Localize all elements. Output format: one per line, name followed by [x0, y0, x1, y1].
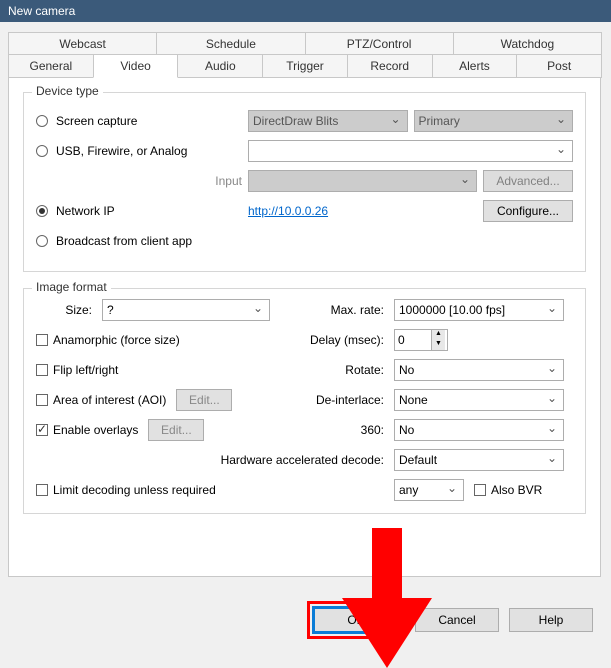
radio-network-ip[interactable] [36, 205, 48, 217]
overlays-checkbox[interactable] [36, 424, 48, 436]
size-label: Size: [36, 303, 96, 317]
tab-post[interactable]: Post [516, 54, 602, 78]
radio-usb[interactable] [36, 145, 48, 157]
tab-body: Device type Screen capture DirectDraw Bl… [8, 77, 601, 577]
client-area: Webcast Schedule PTZ/Control Watchdog Ge… [0, 22, 611, 649]
overlays-label: Enable overlays [53, 423, 138, 437]
advanced-button[interactable]: Advanced... [483, 170, 573, 192]
tab-schedule[interactable]: Schedule [156, 32, 305, 56]
delay-down-button[interactable]: ▼ [432, 340, 445, 350]
delay-up-button[interactable]: ▲ [432, 330, 445, 340]
rotate-dropdown[interactable]: No [394, 359, 564, 381]
image-format-group: Image format Size: ? Max. rate: 1000000 … [23, 288, 586, 514]
ip-link[interactable]: http://10.0.0.26 [248, 204, 328, 218]
any-dropdown[interactable]: any [394, 479, 464, 501]
usb-device-dropdown[interactable] [248, 140, 573, 162]
rotate-label: Rotate: [276, 363, 388, 377]
tab-webcast[interactable]: Webcast [8, 32, 157, 56]
tab-general[interactable]: General [8, 54, 94, 78]
tab-strip: Webcast Schedule PTZ/Control Watchdog Ge… [8, 32, 601, 78]
configure-button[interactable]: Configure... [483, 200, 573, 222]
radio-broadcast[interactable] [36, 235, 48, 247]
anamorphic-label: Anamorphic (force size) [53, 333, 180, 347]
also-bvr-checkbox[interactable] [474, 484, 486, 496]
max-rate-dropdown[interactable]: 1000000 [10.00 fps] [394, 299, 564, 321]
hw-decode-dropdown[interactable]: Default [394, 449, 564, 471]
hw-decode-label: Hardware accelerated decode: [36, 453, 388, 467]
tab-watchdog[interactable]: Watchdog [453, 32, 602, 56]
device-type-title: Device type [32, 84, 103, 98]
tab-trigger[interactable]: Trigger [262, 54, 348, 78]
help-button[interactable]: Help [509, 608, 593, 632]
aoi-checkbox[interactable] [36, 394, 48, 406]
screen-capture-mode-dropdown[interactable]: DirectDraw Blits [248, 110, 408, 132]
overlays-edit-button[interactable]: Edit... [148, 419, 204, 441]
delay-spinner[interactable]: ▲ ▼ [394, 329, 448, 351]
limit-decoding-label: Limit decoding unless required [53, 483, 216, 497]
tab-record[interactable]: Record [347, 54, 433, 78]
device-type-group: Device type Screen capture DirectDraw Bl… [23, 92, 586, 272]
size-dropdown[interactable]: ? [102, 299, 270, 321]
title-bar: New camera [0, 0, 611, 22]
max-rate-label: Max. rate: [276, 303, 388, 317]
deinterlace-dropdown[interactable]: None [394, 389, 564, 411]
flip-checkbox[interactable] [36, 364, 48, 376]
360-label: 360: [276, 423, 388, 437]
radio-screen-capture[interactable] [36, 115, 48, 127]
attention-arrow-icon [342, 528, 432, 668]
360-dropdown[interactable]: No [394, 419, 564, 441]
network-ip-label: Network IP [56, 204, 115, 218]
limit-decoding-checkbox[interactable] [36, 484, 48, 496]
input-label: Input [36, 174, 248, 188]
window-title: New camera [8, 4, 75, 18]
deinterlace-label: De-interlace: [276, 393, 388, 407]
image-format-title: Image format [32, 280, 111, 294]
tab-video[interactable]: Video [93, 54, 179, 78]
screen-capture-monitor-dropdown[interactable]: Primary [414, 110, 574, 132]
delay-input[interactable] [395, 330, 431, 350]
tab-audio[interactable]: Audio [177, 54, 263, 78]
aoi-label: Area of interest (AOI) [53, 393, 166, 407]
window: New camera Webcast Schedule PTZ/Control … [0, 0, 611, 649]
also-bvr-label: Also BVR [491, 483, 542, 497]
broadcast-label: Broadcast from client app [56, 234, 192, 248]
usb-label: USB, Firewire, or Analog [56, 144, 187, 158]
aoi-edit-button[interactable]: Edit... [176, 389, 232, 411]
flip-label: Flip left/right [53, 363, 118, 377]
anamorphic-checkbox[interactable] [36, 334, 48, 346]
tab-ptz-control[interactable]: PTZ/Control [305, 32, 454, 56]
delay-label: Delay (msec): [276, 333, 388, 347]
tab-alerts[interactable]: Alerts [432, 54, 518, 78]
screen-capture-label: Screen capture [56, 114, 137, 128]
input-dropdown[interactable] [248, 170, 477, 192]
